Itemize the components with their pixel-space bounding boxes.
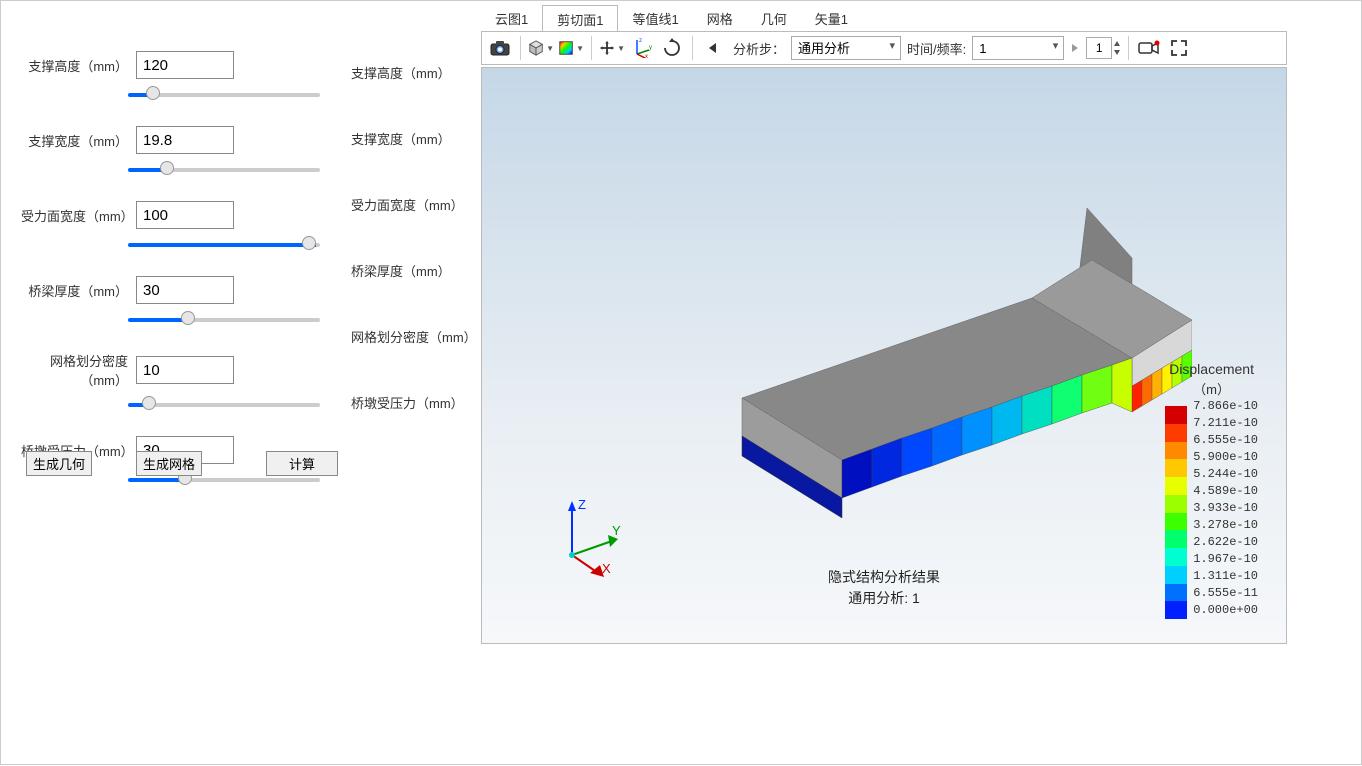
generate-geometry-button[interactable]: 生成几何: [26, 451, 92, 476]
tab-0[interactable]: 云图1: [481, 5, 542, 34]
model-render: [672, 198, 1192, 498]
svg-text:X: X: [602, 561, 611, 576]
legend-value: 3.278e-10: [1193, 517, 1258, 534]
frame-spinner[interactable]: [1086, 37, 1112, 59]
param-label-0: 支撑高度（mm）: [21, 56, 136, 75]
legend-value: 1.311e-10: [1193, 568, 1258, 585]
param-slider-5[interactable]: [128, 478, 320, 482]
xyz-axes-icon[interactable]: z yx: [628, 34, 656, 62]
move-icon[interactable]: ▼: [598, 34, 626, 62]
legend-unit: （m）: [1165, 379, 1258, 398]
param-label-1: 支撑宽度（mm）: [21, 131, 136, 150]
time-freq-select[interactable]: 1: [972, 36, 1064, 60]
analysis-step-select[interactable]: 通用分析: [791, 36, 901, 60]
step-prev-icon[interactable]: [699, 34, 727, 62]
record-icon[interactable]: [1135, 34, 1163, 62]
svg-text:z: z: [639, 38, 642, 44]
tab-3[interactable]: 网格: [693, 5, 747, 34]
legend-segment: [1165, 530, 1187, 548]
view-tabs: 云图1剪切面1等值线1网格几何矢量1: [481, 5, 862, 34]
spinner-down-icon[interactable]: [1112, 48, 1122, 57]
axis-triad: Z Y X: [550, 497, 630, 577]
legend-value: 6.555e-10: [1193, 432, 1258, 449]
legend-segment: [1165, 495, 1187, 513]
legend-segment: [1165, 459, 1187, 477]
param-input-4[interactable]: [136, 356, 234, 384]
legend-value: 2.622e-10: [1193, 534, 1258, 551]
legend-value: 6.555e-11: [1193, 585, 1258, 602]
param-slider-3[interactable]: [128, 318, 320, 322]
param-label-2: 受力面宽度（mm）: [21, 206, 136, 225]
param-slider-2[interactable]: [128, 243, 320, 247]
legend-segment: [1165, 477, 1187, 495]
camera-icon[interactable]: [486, 34, 514, 62]
param-label2-4: 网格划分密度（mm）: [351, 327, 477, 346]
tab-1[interactable]: 剪切面1: [542, 5, 618, 34]
cube-view-icon[interactable]: ▼: [527, 34, 555, 62]
param-label2-0: 支撑高度（mm）: [351, 63, 451, 82]
spinner-up-icon[interactable]: [1112, 39, 1122, 48]
legend-segment: [1165, 548, 1187, 566]
param-input-2[interactable]: [136, 201, 234, 229]
param-label2-1: 支撑宽度（mm）: [351, 129, 451, 148]
param-label-3: 桥梁厚度（mm）: [21, 281, 136, 300]
legend-segment: [1165, 566, 1187, 584]
legend-segment: [1165, 406, 1187, 424]
param-label2-5: 桥墩受压力（mm）: [351, 393, 464, 412]
svg-text:y: y: [649, 45, 652, 51]
expand-icon[interactable]: [1165, 34, 1193, 62]
legend-segment: [1165, 424, 1187, 442]
viewport-toolbar: ▼ ▼ ▼ z yx 分析步： 通用分析 时间/频率: 1: [481, 31, 1287, 65]
tab-4[interactable]: 几何: [747, 5, 801, 34]
svg-text:x: x: [645, 54, 648, 58]
legend-title: Displacement: [1165, 361, 1258, 377]
legend-value: 5.244e-10: [1193, 466, 1258, 483]
action-buttons: 生成几何 生成网格 计算: [26, 451, 338, 476]
legend-segment: [1165, 601, 1187, 619]
param-slider-0[interactable]: [128, 93, 320, 97]
legend-value: 0.000e+00: [1193, 602, 1258, 619]
legend-segment: [1165, 584, 1187, 602]
param-label-4: 网格划分密度（mm）: [21, 351, 136, 389]
legend-value: 4.589e-10: [1193, 483, 1258, 500]
param-input-1[interactable]: [136, 126, 234, 154]
param-label2-3: 桥梁厚度（mm）: [351, 261, 451, 280]
colormap-icon[interactable]: ▼: [557, 34, 585, 62]
legend-segment: [1165, 442, 1187, 460]
legend-value: 3.933e-10: [1193, 500, 1258, 517]
generate-mesh-button[interactable]: 生成网格: [136, 451, 202, 476]
svg-text:Z: Z: [578, 497, 586, 512]
param-label2-2: 受力面宽度（mm）: [351, 195, 464, 214]
param-input-0[interactable]: [136, 51, 234, 79]
legend-value: 5.900e-10: [1193, 449, 1258, 466]
left-panel: 支撑高度（mm） 支撑宽度（mm） 受力面宽度（mm） 桥梁厚度（mm） 网格划…: [1, 1, 481, 766]
param-slider-1[interactable]: [128, 168, 320, 172]
param-slider-4[interactable]: [128, 403, 320, 407]
3d-viewport[interactable]: Z Y X 隐式结构分析结果 通用分析: 1 Displacement （m） …: [481, 67, 1287, 644]
tab-2[interactable]: 等值线1: [618, 5, 692, 34]
step-next-icon[interactable]: [1066, 34, 1084, 62]
legend-value: 1.967e-10: [1193, 551, 1258, 568]
legend-segment: [1165, 513, 1187, 531]
calculate-button[interactable]: 计算: [266, 451, 338, 476]
param-input-3[interactable]: [136, 276, 234, 304]
result-caption: 隐式结构分析结果 通用分析: 1: [828, 567, 940, 609]
legend-value: 7.211e-10: [1193, 415, 1258, 432]
time-freq-label: 时间/频率:: [907, 39, 966, 58]
analysis-step-label: 分析步：: [733, 39, 785, 58]
color-legend: Displacement （m） 7.866e-107.211e-106.555…: [1165, 361, 1258, 619]
tab-5[interactable]: 矢量1: [801, 5, 862, 34]
legend-value: 7.866e-10: [1193, 398, 1258, 415]
rotate-icon[interactable]: [658, 34, 686, 62]
svg-text:Y: Y: [612, 523, 621, 538]
